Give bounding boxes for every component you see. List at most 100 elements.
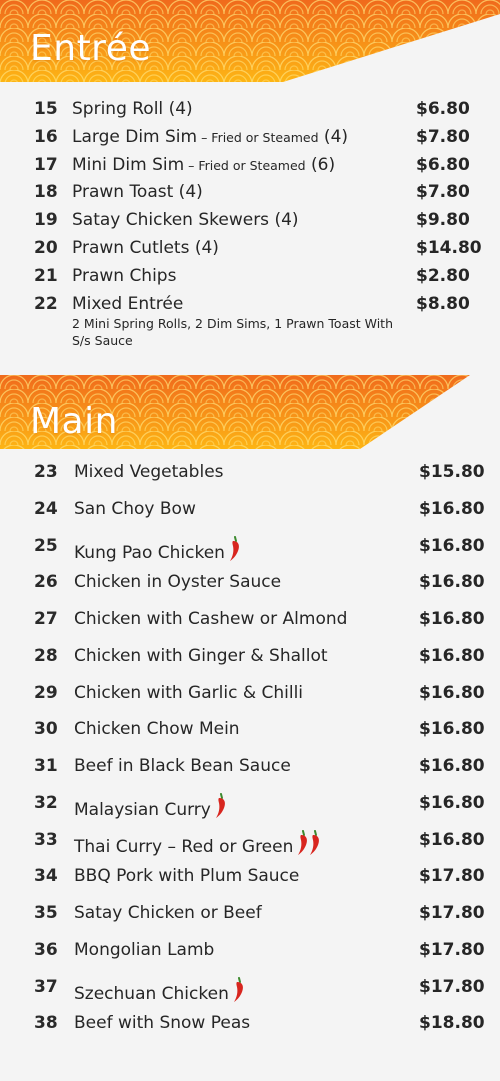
- item-name-text: Spring Roll (4): [72, 99, 193, 119]
- item-name: Large Dim Sim – Fried or Steamed (4): [72, 127, 348, 147]
- item-name: Chicken with Ginger & Shallot: [74, 646, 328, 666]
- item-price: $16.80: [419, 609, 485, 629]
- item-note: – Fried or Steamed: [184, 157, 306, 173]
- item-number: 15: [34, 99, 58, 119]
- item-price: $7.80: [416, 182, 470, 203]
- menu-item: 19 Satay Chicken Skewers (4) $9.80: [0, 210, 500, 238]
- item-name: BBQ Pork with Plum Sauce: [74, 866, 299, 886]
- item-name-text: Beef with Snow Peas: [74, 1013, 251, 1034]
- menu-item: 38 Beef with Snow Peas $18.80: [0, 1013, 500, 1050]
- entree-title: Entrée: [30, 28, 151, 69]
- item-price: $16.80: [419, 535, 485, 556]
- item-quantity: (4): [318, 126, 349, 147]
- menu-item: 23 Mixed Vegetables $15.80: [0, 462, 500, 499]
- item-name-text: Malaysian Curry: [74, 799, 211, 820]
- entree-list: 15 Spring Roll (4) $6.80 16 Large Dim Sim – …: [0, 99, 500, 364]
- item-name: Spring Roll (4): [72, 99, 193, 119]
- item-price: $9.80: [416, 210, 470, 231]
- menu-item: 17 Mini Dim Sim – Fried or Steamed (6) $6.…: [0, 155, 500, 183]
- item-number: 25: [34, 535, 58, 556]
- menu-item: 37 Szechuan Chicken $17.80: [0, 976, 500, 1014]
- item-price: $7.80: [416, 126, 470, 147]
- item-name-text: Prawn Cutlets (4): [72, 237, 219, 258]
- item-number: 28: [34, 645, 58, 666]
- item-name: Satay Chicken or Beef: [74, 903, 262, 923]
- item-name-text: Chicken with Garlic & Chilli: [74, 682, 304, 703]
- chilli-icon: [309, 829, 321, 861]
- item-number: 35: [34, 903, 58, 923]
- menu-item: 28 Chicken with Ginger & Shallot $16.80: [0, 646, 500, 683]
- item-price: $6.80: [416, 99, 470, 119]
- item-name-text: Prawn Chips: [72, 265, 177, 286]
- item-name-text: Large Dim Sim: [72, 126, 198, 147]
- menu-item: 30 Chicken Chow Mein $16.80: [0, 719, 500, 756]
- item-number: 19: [34, 210, 58, 231]
- item-name: Prawn Toast (4): [72, 182, 203, 202]
- menu-item: 27 Chicken with Cashew or Almond $16.80: [0, 609, 500, 646]
- item-number: 18: [34, 182, 58, 203]
- item-price: $17.80: [419, 866, 485, 887]
- item-number: 16: [34, 126, 58, 147]
- item-number: 21: [34, 265, 58, 286]
- item-number: 23: [34, 462, 58, 482]
- item-description: 2 Mini Spring Rolls, 2 Dim Sims, 1 Prawn…: [72, 315, 394, 348]
- item-price: $16.80: [419, 682, 485, 703]
- item-number: 20: [34, 237, 58, 258]
- item-number: 17: [34, 154, 58, 175]
- item-number: 37: [34, 976, 58, 997]
- item-name-text: Mongolian Lamb: [74, 939, 215, 960]
- chilli-icon: [229, 535, 241, 567]
- item-name: Satay Chicken Skewers (4): [72, 210, 299, 230]
- item-name: Chicken Chow Mein: [74, 719, 240, 739]
- item-price: $16.80: [419, 756, 485, 776]
- item-name-text: Szechuan Chicken: [74, 983, 229, 1004]
- main-list: 23 Mixed Vegetables $15.80 24 San Choy Bow $1…: [0, 462, 500, 1050]
- item-name-text: San Choy Bow: [74, 498, 196, 519]
- item-name: Prawn Chips: [72, 266, 176, 286]
- item-price: $14.80: [416, 237, 482, 258]
- chilli-icon: [233, 976, 245, 1008]
- item-name-text: Prawn Toast (4): [72, 182, 203, 203]
- item-name-text: Beef in Black Bean Sauce: [74, 756, 291, 776]
- item-name: Chicken in Oyster Sauce: [74, 572, 281, 592]
- item-price: $17.80: [419, 903, 485, 923]
- menu-item: 22 Mixed Entrée 2 Mini Spring Rolls, 2 Dim…: [0, 294, 500, 364]
- item-name: Beef in Black Bean Sauce: [74, 756, 291, 776]
- item-name: Beef with Snow Peas: [74, 1013, 250, 1033]
- main-banner: Main: [0, 375, 500, 449]
- item-name-text: Chicken with Ginger & Shallot: [74, 645, 328, 666]
- item-price: $17.80: [419, 939, 485, 960]
- item-number: 38: [34, 1013, 58, 1034]
- menu-item: 15 Spring Roll (4) $6.80: [0, 99, 500, 127]
- item-name-text: Mixed Vegetables: [74, 462, 224, 482]
- item-quantity: (6): [305, 154, 336, 175]
- item-name: Thai Curry – Red or Green: [74, 829, 321, 861]
- item-name: Kung Pao Chicken: [74, 535, 241, 567]
- item-price: $8.80: [416, 293, 470, 314]
- menu-item: 34 BBQ Pork with Plum Sauce $17.80: [0, 866, 500, 903]
- item-number: 22: [34, 293, 58, 314]
- item-number: 36: [34, 939, 58, 960]
- item-name-text: Satay Chicken or Beef: [74, 903, 262, 923]
- item-number: 27: [34, 609, 58, 629]
- item-price: $18.80: [419, 1013, 485, 1034]
- item-name: Szechuan Chicken: [74, 976, 245, 1008]
- item-number: 26: [34, 572, 58, 593]
- item-name-text: Kung Pao Chicken: [74, 542, 225, 563]
- chilli-icon: [297, 829, 309, 861]
- menu-item: 21 Prawn Chips $2.80: [0, 266, 500, 294]
- item-price: $16.80: [419, 498, 485, 519]
- item-number: 32: [34, 792, 58, 813]
- item-number: 29: [34, 682, 58, 703]
- menu-item: 20 Prawn Cutlets (4) $14.80: [0, 238, 500, 266]
- item-name: San Choy Bow: [74, 499, 196, 519]
- item-name-text: Mini Dim Sim: [72, 154, 185, 175]
- item-name-text: Mixed Entrée: [72, 293, 184, 314]
- item-name: Malaysian Curry: [74, 792, 227, 824]
- item-name: Mini Dim Sim – Fried or Steamed (6): [72, 155, 335, 175]
- item-name: Mixed Entrée: [72, 294, 183, 314]
- menu-item: 26 Chicken in Oyster Sauce $16.80: [0, 572, 500, 609]
- item-number: 31: [34, 756, 58, 776]
- menu-item: 29 Chicken with Garlic & Chilli $16.80: [0, 683, 500, 720]
- item-number: 24: [34, 498, 58, 519]
